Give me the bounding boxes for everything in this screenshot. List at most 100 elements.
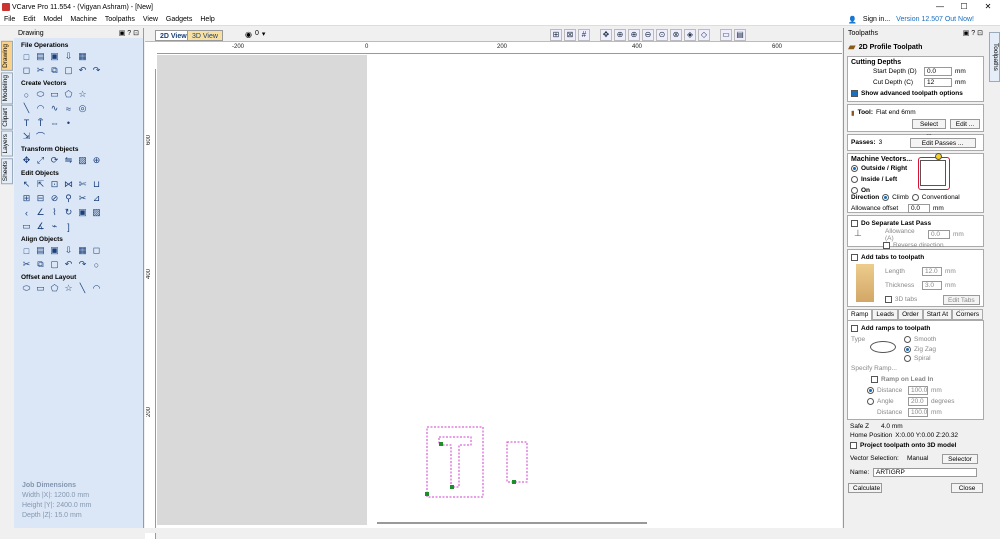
path-icon[interactable]: ⌁: [49, 221, 60, 232]
menu-file[interactable]: File: [0, 16, 19, 23]
tab-modeling[interactable]: Modeling: [1, 71, 13, 105]
pan-icon[interactable]: ⊗: [670, 29, 682, 41]
reverse-direction-checkbox[interactable]: [883, 242, 890, 249]
smooth-icon[interactable]: ⌇: [49, 207, 60, 218]
tab-start-at[interactable]: Start At: [922, 309, 953, 320]
vector-drawing[interactable]: [157, 55, 842, 525]
tab-3d-view[interactable]: 3D View: [187, 30, 223, 41]
menu-view[interactable]: View: [139, 16, 162, 23]
nodes-icon[interactable]: ☆: [63, 283, 74, 294]
image-icon[interactable]: ▨: [91, 207, 102, 218]
align-mid-icon[interactable]: ✂: [21, 259, 32, 270]
zoom-extents-icon[interactable]: ✥: [600, 29, 612, 41]
tab-layers[interactable]: Layers: [1, 131, 13, 157]
snap-icon[interactable]: ⊞: [550, 29, 562, 41]
start-node[interactable]: [450, 485, 454, 489]
folder-icon[interactable]: ▦: [77, 51, 88, 62]
nest-icon[interactable]: ↷: [77, 259, 88, 270]
distance-input[interactable]: 100.0: [908, 386, 928, 395]
vector-t-shape[interactable]: [438, 436, 472, 488]
convert-icon[interactable]: ↻: [63, 207, 74, 218]
menu-toolpaths[interactable]: Toolpaths: [101, 16, 139, 23]
align-right-icon[interactable]: ▦: [77, 245, 88, 256]
anchor-icon[interactable]: ○: [91, 259, 102, 270]
align-center-icon[interactable]: ⊕: [91, 155, 102, 166]
mirror-icon[interactable]: ⇋: [63, 155, 74, 166]
new-file-icon[interactable]: □: [21, 51, 32, 62]
undo-icon[interactable]: ↶: [77, 65, 88, 76]
lock-icon[interactable]: ⊘: [49, 193, 60, 204]
menu-model[interactable]: Model: [39, 16, 66, 23]
rotate-icon[interactable]: ⟳: [49, 155, 60, 166]
tab-leads[interactable]: Leads: [872, 309, 899, 320]
ramp-on-lead-checkbox[interactable]: [871, 376, 878, 383]
distribute-v-icon[interactable]: ▢: [49, 259, 60, 270]
panel-controls-icon[interactable]: ▣ ? ⊡: [119, 29, 139, 37]
select-all-icon[interactable]: ◻: [21, 65, 32, 76]
start-node[interactable]: [512, 480, 516, 484]
angle-radio[interactable]: [867, 398, 874, 405]
project-3d-checkbox[interactable]: [850, 442, 857, 449]
grid-copy-icon[interactable]: ╲: [77, 283, 88, 294]
polygon-icon[interactable]: ⬠: [63, 89, 74, 100]
chevron-icon[interactable]: ‹: [21, 207, 32, 218]
node-icon[interactable]: •: [63, 117, 74, 128]
align-left-icon[interactable]: ⇩: [63, 245, 74, 256]
star-icon[interactable]: ☆: [77, 89, 88, 100]
space-icon[interactable]: ↶: [63, 259, 74, 270]
calculate-button[interactable]: Calculate: [848, 482, 882, 493]
text-on-curve-icon[interactable]: Ť: [35, 117, 46, 128]
circle-icon[interactable]: ○: [21, 89, 32, 100]
outside-radio[interactable]: [851, 165, 858, 172]
distance-radio[interactable]: [867, 387, 874, 394]
text-icon[interactable]: T: [21, 117, 32, 128]
climb-radio[interactable]: [882, 194, 890, 201]
angle-input[interactable]: 20.0: [908, 397, 928, 406]
cut-icon[interactable]: ✂: [35, 65, 46, 76]
select-icon[interactable]: ⇱: [35, 179, 46, 190]
smooth-radio[interactable]: [904, 336, 911, 343]
align-v-icon[interactable]: ▣: [49, 245, 60, 256]
trim-icon[interactable]: ✄: [77, 179, 88, 190]
separate-last-pass-checkbox[interactable]: [851, 220, 858, 227]
length-input[interactable]: 12.0: [922, 267, 942, 276]
3d-tabs-checkbox[interactable]: [885, 296, 892, 303]
import-icon[interactable]: ⇩: [63, 51, 74, 62]
offset-icon[interactable]: ⇲: [21, 131, 32, 142]
spiral-radio[interactable]: [904, 355, 911, 362]
tab-ramp[interactable]: Ramp: [847, 309, 873, 320]
line-icon[interactable]: ╲: [21, 103, 32, 114]
node-edit-icon[interactable]: ↖: [21, 179, 32, 190]
start-node[interactable]: [439, 442, 443, 446]
ungroup-icon[interactable]: ⊟: [35, 193, 46, 204]
distort-icon[interactable]: ▨: [77, 155, 88, 166]
distribute-h-icon[interactable]: ⧉: [35, 259, 46, 270]
menu-edit[interactable]: Edit: [19, 16, 39, 23]
weld-icon[interactable]: ⊔: [91, 179, 102, 190]
horizontal-scrollbar[interactable]: [377, 522, 647, 524]
toolpath-preview-icon[interactable]: ◇: [698, 29, 710, 41]
dimension-icon[interactable]: ⇔: [49, 117, 60, 128]
allowance-a-input[interactable]: 0.0: [928, 230, 950, 239]
measure-icon[interactable]: ⊿: [91, 193, 102, 204]
tab-corners[interactable]: Corners: [952, 309, 984, 320]
version-link[interactable]: Version 12.507 Out Now!: [896, 16, 974, 23]
tab-toolpaths[interactable]: Toolpaths: [989, 32, 1000, 82]
inside-radio[interactable]: [851, 176, 858, 183]
view-toggle-icon[interactable]: ◈: [684, 29, 696, 41]
zigzag-radio[interactable]: [904, 346, 911, 353]
move-icon[interactable]: ✥: [21, 155, 32, 166]
chevron-down-icon[interactable]: ▾: [262, 30, 266, 39]
tab-drawing[interactable]: Drawing: [1, 41, 13, 71]
rect-select-icon[interactable]: ▭: [21, 221, 32, 232]
circular-array-icon[interactable]: ⬠: [49, 283, 60, 294]
fillet-icon[interactable]: ⌒: [35, 131, 46, 142]
zoom-box-icon[interactable]: ⊕: [614, 29, 626, 41]
select-tool-button[interactable]: Select ...: [912, 118, 946, 137]
maximize-button[interactable]: ☐: [952, 0, 976, 14]
menu-help[interactable]: Help: [196, 16, 218, 23]
redo-icon[interactable]: ↷: [91, 65, 102, 76]
copy-icon[interactable]: ⧉: [49, 65, 60, 76]
sign-in-link[interactable]: Sign in...: [863, 16, 890, 23]
scissors-icon[interactable]: ✂: [77, 193, 88, 204]
